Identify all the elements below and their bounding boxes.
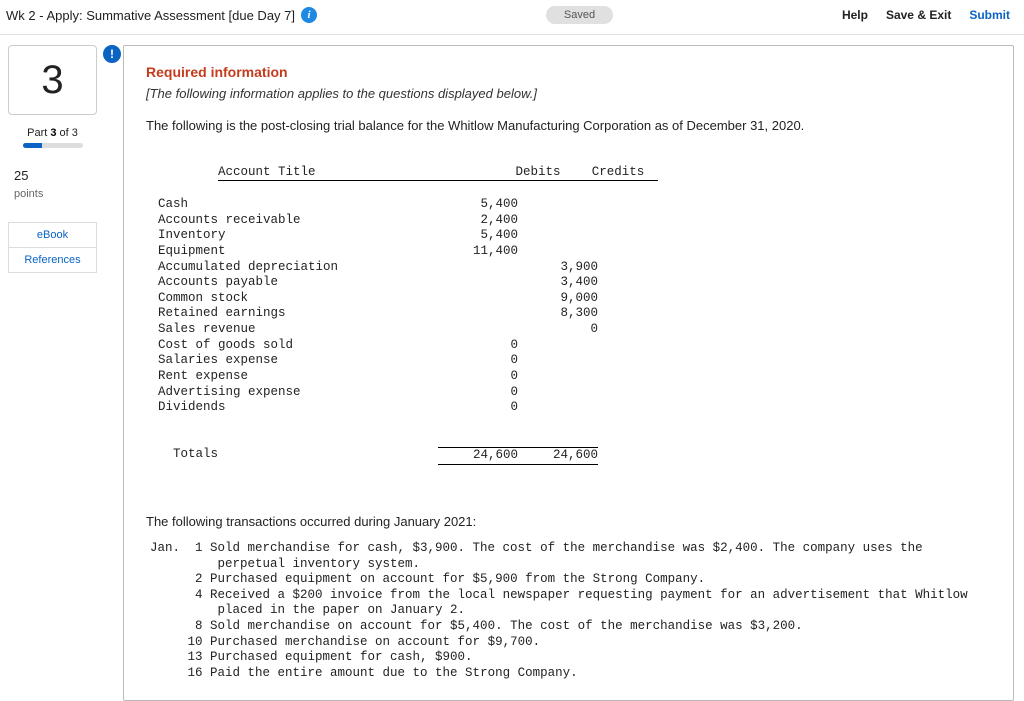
table-row: Rent expense0 [158,369,991,385]
cell-title: Salaries expense [158,353,438,369]
table-row: Retained earnings 8,300 [158,306,991,322]
intro-text: The following is the post-closing trial … [146,117,991,135]
cell-credit [518,338,598,354]
col-header-credits: Credits [578,165,658,181]
table-row: Cash5,400 [158,197,991,213]
help-button[interactable]: Help [842,8,868,22]
cell-title: Dividends [158,400,438,416]
table-row: Common stock 9,000 [158,291,991,307]
table-row: Inventory5,400 [158,228,991,244]
table-row: Equipment11,400 [158,244,991,260]
cell-title: Common stock [158,291,438,307]
info-icon[interactable]: i [301,7,317,23]
col-header-debits: Debits [498,165,578,181]
cell-title: Accounts receivable [158,213,438,229]
table-row: Accounts payable 3,400 [158,275,991,291]
table-row: Advertising expense0 [158,385,991,401]
top-actions: Help Save & Exit Submit [842,8,1010,22]
cell-title: Cost of goods sold [158,338,438,354]
table-row: Salaries expense0 [158,353,991,369]
cell-credit [518,197,598,213]
saved-indicator: Saved [546,6,613,24]
cell-credit: 3,400 [518,275,598,291]
question-number-box: 3 [8,45,97,115]
cell-debit: 0 [438,400,518,416]
cell-debit [438,275,518,291]
cell-debit: 11,400 [438,244,518,260]
cell-title: Advertising expense [158,385,438,401]
cell-title: Inventory [158,228,438,244]
required-info-title: Required information [146,64,991,80]
part-indicator: Part 3 of 3 [8,127,97,139]
save-exit-button[interactable]: Save & Exit [886,8,951,22]
progress-fill [23,143,43,148]
table-row: Dividends0 [158,400,991,416]
top-center: Saved [317,6,842,24]
cell-credit [518,369,598,385]
cell-debit: 0 [438,353,518,369]
col-header-title: Account Title [218,165,498,181]
cell-debit: 5,400 [438,197,518,213]
table-row: Cost of goods sold0 [158,338,991,354]
table-row: Accumulated depreciation 3,900 [158,260,991,276]
points-block: 25 points [8,166,97,202]
applies-text: [The following information applies to th… [146,86,991,101]
cell-credit: 3,900 [518,260,598,276]
cell-title: Accounts payable [158,275,438,291]
progress-bar [23,143,83,148]
assignment-title: Wk 2 - Apply: Summative Assessment [due … [6,8,295,23]
ebook-button[interactable]: eBook [8,222,97,248]
cell-credit: 9,000 [518,291,598,307]
cell-debit [438,306,518,322]
cell-title: Retained earnings [158,306,438,322]
content-area: ! Required information [The following in… [105,45,1024,701]
cell-credit: 8,300 [518,306,598,322]
alert-icon[interactable]: ! [103,45,121,63]
cell-debit [438,322,518,338]
table-body: Cash5,400Accounts receivable2,400Invento… [158,197,991,416]
cell-title: Equipment [158,244,438,260]
cell-credit [518,353,598,369]
left-sidebar: 3 Part 3 of 3 25 points eBook References [0,45,105,701]
totals-debits: 24,600 [438,447,518,465]
cell-credit [518,228,598,244]
totals-credits: 24,600 [518,447,598,465]
trial-balance-table: Account Title Debits Credits Cash5,400Ac… [158,149,991,496]
main-area: 3 Part 3 of 3 25 points eBook References… [0,35,1024,701]
cell-debit: 2,400 [438,213,518,229]
cell-credit [518,385,598,401]
cell-title: Cash [158,197,438,213]
transactions-block: Jan. 1 Sold merchandise for cash, $3,900… [150,541,991,682]
top-bar: Wk 2 - Apply: Summative Assessment [due … [0,0,1024,35]
question-number: 3 [41,58,63,103]
submit-button[interactable]: Submit [969,8,1010,22]
totals-row: Totals 24,600 24,600 [158,447,991,465]
references-button[interactable]: References [8,248,97,273]
table-row: Accounts receivable2,400 [158,213,991,229]
points-value: 25 [14,166,97,186]
table-header-row: Account Title Debits Credits [218,165,658,182]
content-box: Required information [The following info… [123,45,1014,701]
cell-title: Sales revenue [158,322,438,338]
points-label: points [14,186,97,203]
cell-debit: 0 [438,338,518,354]
table-row: Sales revenue 0 [158,322,991,338]
cell-title: Accumulated depreciation [158,260,438,276]
cell-debit: 5,400 [438,228,518,244]
cell-debit: 0 [438,369,518,385]
cell-credit [518,400,598,416]
transactions-intro: The following transactions occurred duri… [146,514,991,529]
cell-credit [518,244,598,260]
cell-title: Rent expense [158,369,438,385]
cell-credit: 0 [518,322,598,338]
cell-credit [518,213,598,229]
totals-label: Totals [158,447,438,465]
cell-debit [438,260,518,276]
cell-debit [438,291,518,307]
cell-debit: 0 [438,385,518,401]
